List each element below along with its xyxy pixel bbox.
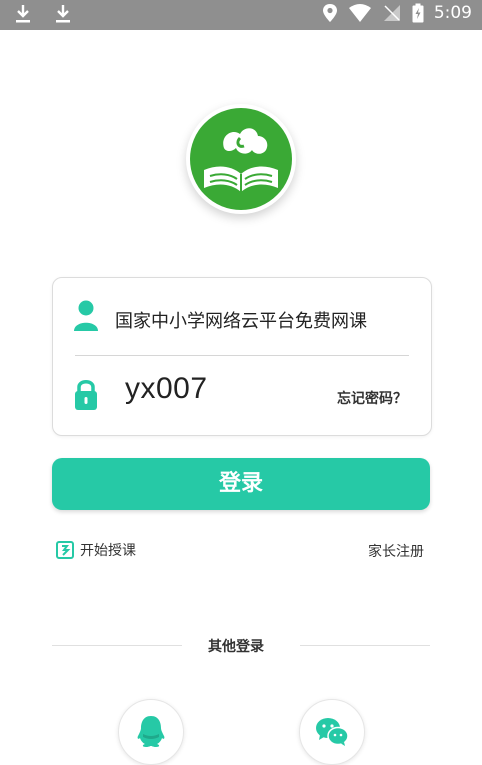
wechat-login-button[interactable]: [299, 699, 365, 765]
other-login-divider-right: [300, 645, 430, 646]
status-left: [14, 4, 72, 24]
wifi-icon: [348, 4, 371, 22]
other-login-label: 其他登录: [208, 639, 264, 655]
login-card: 国家中小学网络云平台免费网课 yx007 忘记密码？: [52, 277, 432, 436]
download-icon: [56, 5, 70, 23]
battery-icon: [412, 3, 424, 23]
app-logo: [186, 104, 296, 214]
lock-icon: [75, 380, 97, 410]
status-bar: 5:09: [0, 0, 482, 30]
login-button[interactable]: 登录: [52, 458, 430, 510]
download-icon: [16, 5, 30, 23]
user-icon: [74, 300, 98, 331]
teach-icon: [56, 541, 74, 559]
status-right: 5:09: [322, 3, 472, 23]
password-input[interactable]: yx007: [125, 372, 208, 406]
other-login-divider-left: [52, 645, 182, 646]
signal-icon: [383, 5, 400, 21]
status-time: 5:09: [433, 3, 472, 23]
field-divider: [75, 355, 409, 356]
username-field[interactable]: 国家中小学网络云平台免费网课: [53, 278, 431, 356]
username-input[interactable]: 国家中小学网络云平台免费网课: [115, 307, 367, 333]
start-class-label: 开始授课: [80, 543, 136, 559]
qq-icon: [137, 716, 165, 747]
start-class-link[interactable]: 开始授课: [56, 540, 136, 560]
parent-register-link[interactable]: 家长注册: [368, 541, 424, 561]
forgot-password-link[interactable]: 忘记密码？: [337, 388, 407, 408]
book-cloud-logo-icon: [190, 108, 292, 210]
wechat-icon: [316, 718, 349, 746]
location-icon: [322, 4, 337, 22]
password-field[interactable]: yx007 忘记密码？: [53, 358, 431, 435]
qq-login-button[interactable]: [118, 699, 184, 765]
